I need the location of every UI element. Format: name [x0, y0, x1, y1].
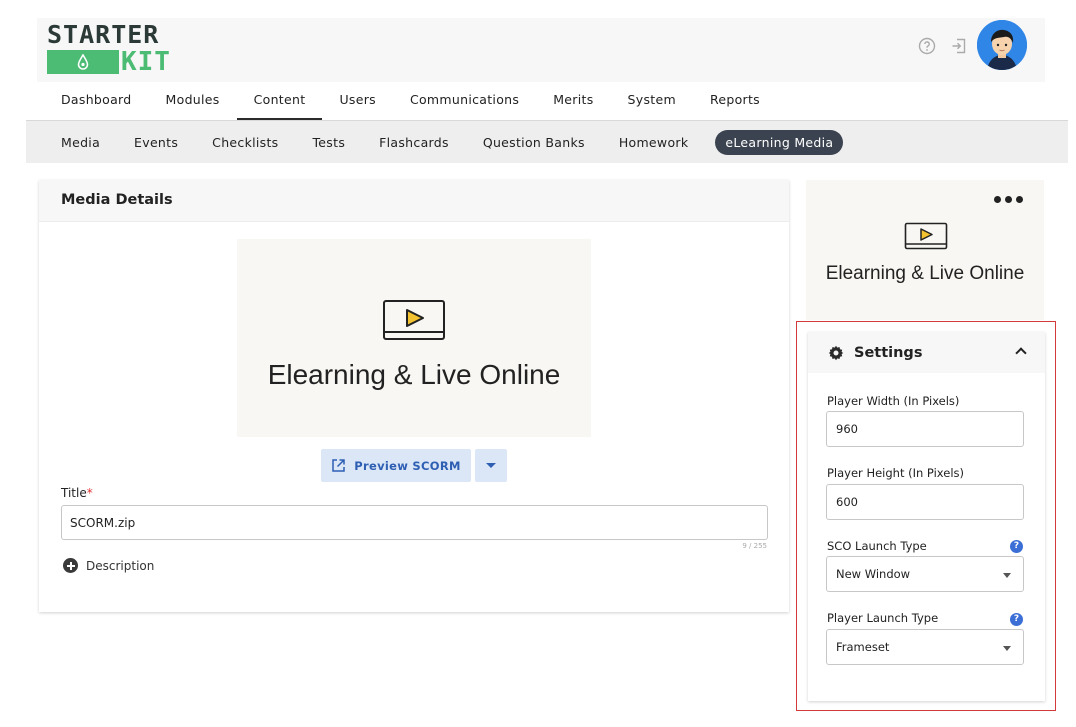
logo-drop-block: [47, 50, 119, 74]
player-height-input[interactable]: [826, 484, 1024, 520]
add-description-button[interactable]: Description: [63, 558, 154, 573]
subnav-media[interactable]: Media: [44, 130, 117, 155]
logo-wordmark-top: STARTER: [47, 20, 160, 49]
nav-modules[interactable]: Modules: [149, 84, 237, 120]
logout-icon[interactable]: [950, 37, 968, 55]
nav-content[interactable]: Content: [236, 84, 323, 120]
chevron-down-icon: [1003, 646, 1011, 651]
player-launch-type-select[interactable]: Frameset: [826, 629, 1024, 665]
subnav-events[interactable]: Events: [117, 130, 195, 155]
preview-scorm-button[interactable]: Preview SCORM: [321, 449, 471, 482]
media-details-card: Media Details Elearning & Live Online Pr…: [39, 180, 789, 612]
top-bar: [37, 18, 1045, 82]
nav-merits[interactable]: Merits: [536, 84, 610, 120]
player-launch-type-label: Player Launch Type: [827, 611, 939, 625]
chevron-up-icon[interactable]: [1015, 347, 1027, 359]
starter-kit-logo[interactable]: STARTER KIT: [47, 22, 171, 76]
player-width-input[interactable]: [826, 411, 1024, 447]
sco-launch-help-icon[interactable]: ?: [1010, 540, 1023, 553]
side-thumbnail-caption: Elearning & Live Online: [825, 263, 1025, 284]
avatar-face-icon: [977, 20, 1027, 70]
user-avatar[interactable]: [977, 20, 1027, 70]
title-label: Title*: [61, 486, 93, 500]
settings-header[interactable]: Settings: [808, 332, 1045, 373]
media-thumbnail: Elearning & Live Online: [237, 239, 591, 437]
player-height-label: Player Height (In Pixels): [827, 466, 965, 480]
sco-launch-type-select[interactable]: New Window: [826, 556, 1024, 592]
gear-icon: [828, 345, 844, 360]
sco-launch-type-label: SCO Launch Type: [827, 539, 927, 553]
title-input[interactable]: [61, 505, 768, 540]
subnav-tests[interactable]: Tests: [296, 130, 363, 155]
required-mark: *: [86, 486, 93, 500]
media-details-heading: Media Details: [39, 180, 789, 222]
plus-circle-icon: [63, 558, 78, 573]
more-options-icon[interactable]: [994, 196, 1024, 208]
player-width-label: Player Width (In Pixels): [827, 394, 960, 408]
thumbnail-caption: Elearning & Live Online: [267, 359, 561, 390]
sco-launch-type-value: New Window: [836, 567, 911, 581]
subnav-flashcards[interactable]: Flashcards: [362, 130, 466, 155]
player-launch-help-icon[interactable]: ?: [1010, 613, 1023, 626]
preview-options-dropdown[interactable]: [475, 449, 507, 482]
title-char-counter: 9 / 255: [742, 542, 767, 550]
nav-users[interactable]: Users: [322, 84, 393, 120]
player-launch-type-value: Frameset: [836, 640, 890, 654]
sub-nav: Media Events Checklists Tests Flashcards…: [26, 120, 1068, 163]
subnav-checklists[interactable]: Checklists: [195, 130, 295, 155]
subnav-elearning-media[interactable]: eLearning Media: [715, 130, 844, 155]
description-label: Description: [86, 558, 155, 573]
nav-system[interactable]: System: [611, 84, 693, 120]
nav-dashboard[interactable]: Dashboard: [44, 84, 149, 120]
video-player-icon: [383, 300, 445, 340]
settings-panel: Settings Player Width (In Pixels) Player…: [808, 332, 1045, 701]
subnav-question-banks[interactable]: Question Banks: [466, 130, 602, 155]
external-link-icon: [332, 459, 346, 472]
subnav-homework[interactable]: Homework: [602, 130, 706, 155]
help-circle-icon[interactable]: [918, 37, 936, 55]
nav-communications[interactable]: Communications: [393, 84, 536, 120]
chevron-down-icon: [1003, 573, 1011, 578]
drop-icon: [77, 54, 89, 70]
nav-reports[interactable]: Reports: [693, 84, 777, 120]
preview-scorm-label: Preview SCORM: [354, 458, 461, 473]
main-nav: Dashboard Modules Content Users Communic…: [44, 84, 777, 120]
logo-wordmark-bottom: KIT: [121, 47, 171, 77]
video-player-icon: [904, 222, 948, 250]
settings-heading: Settings: [854, 344, 923, 361]
